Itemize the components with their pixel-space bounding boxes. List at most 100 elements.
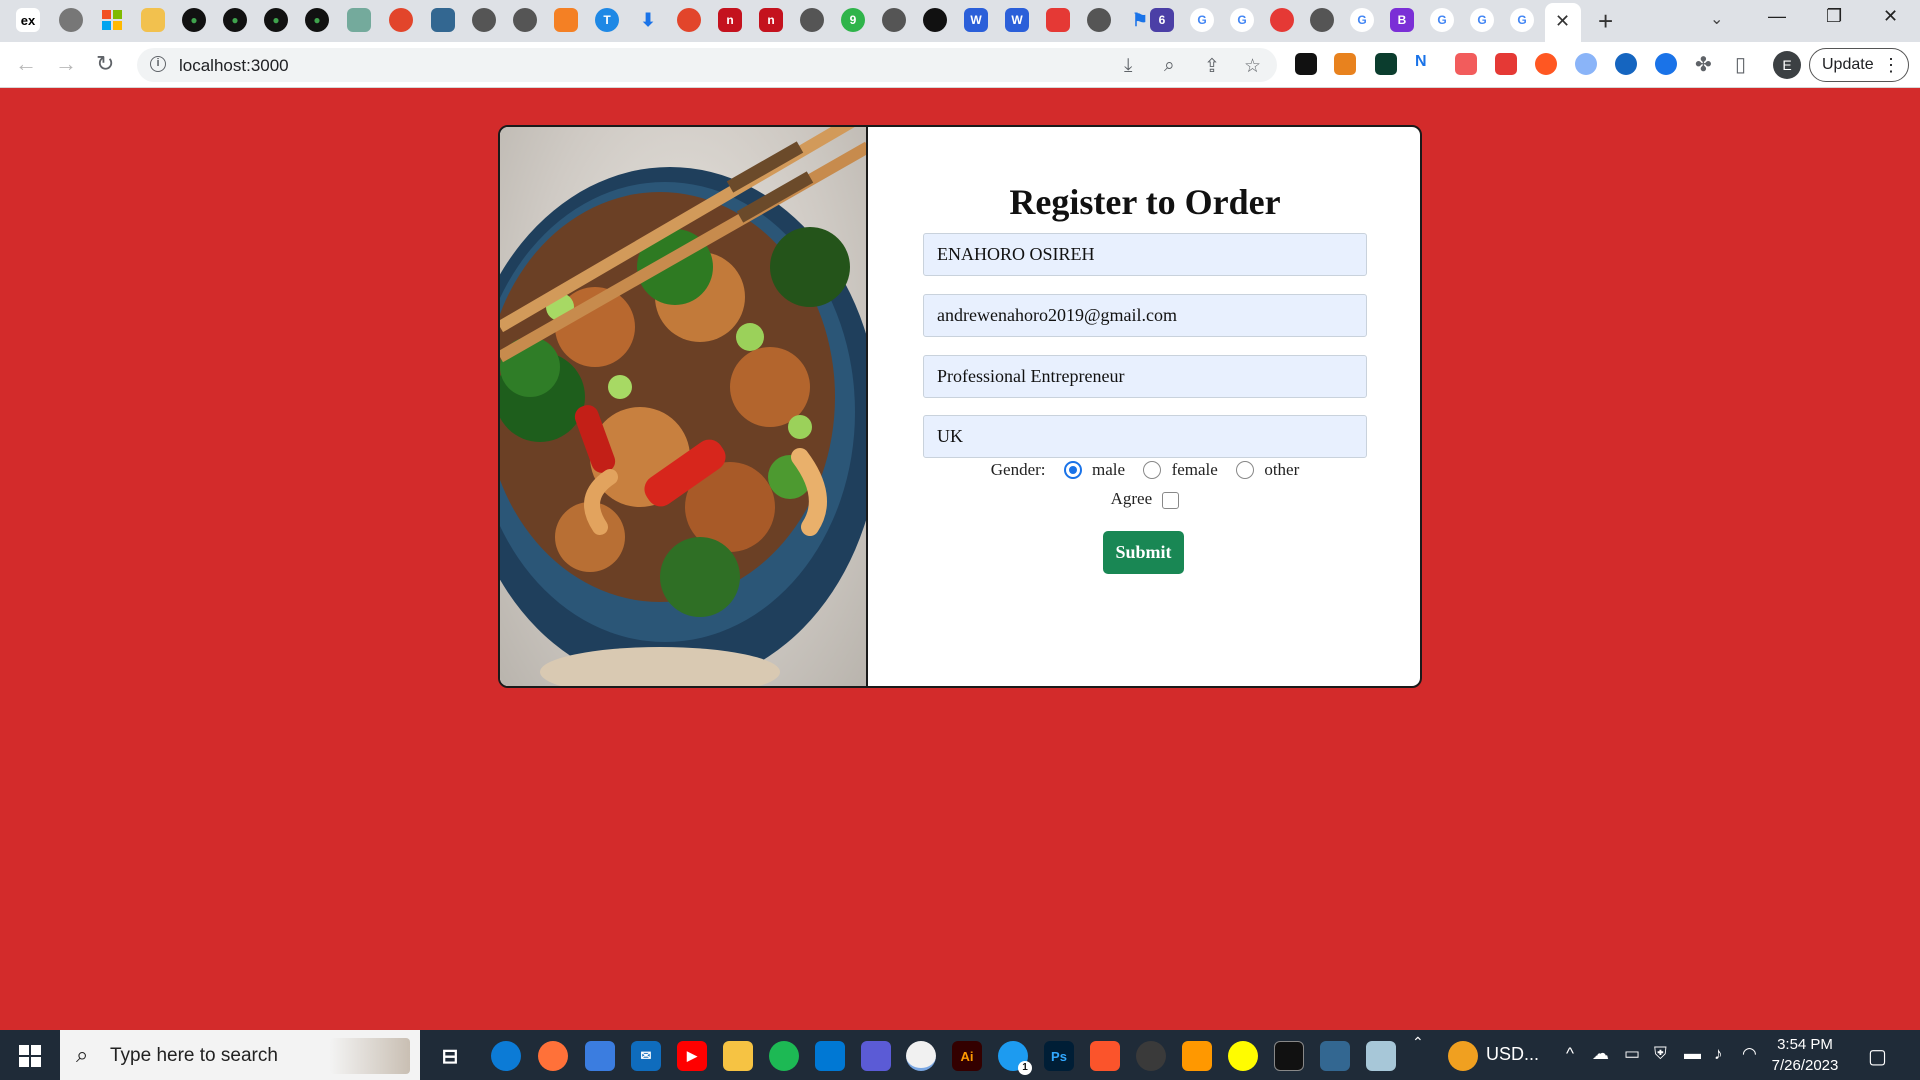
photoshop-icon[interactable]: Ps	[1044, 1041, 1074, 1071]
tab-favicon-google[interactable]: G	[1190, 8, 1214, 32]
extension-icon-3[interactable]	[1375, 53, 1397, 75]
tab-favicon-mongo-4[interactable]: ●	[305, 8, 329, 32]
weather-icon[interactable]	[1448, 1041, 1478, 1071]
tab-favicon-hex[interactable]	[59, 8, 83, 32]
tab-favicon-flag[interactable]: ⚑	[1128, 8, 1152, 32]
spotify-icon[interactable]	[769, 1041, 799, 1071]
new-tab-icon[interactable]: +	[1598, 6, 1613, 37]
volume-icon[interactable]: ♪	[1714, 1044, 1723, 1064]
update-button[interactable]: Update ⋮	[1809, 48, 1909, 82]
snapchat-icon[interactable]	[1228, 1041, 1258, 1071]
tab-favicon-red[interactable]	[389, 8, 413, 32]
fl-studio-icon[interactable]	[1136, 1041, 1166, 1071]
illustrator-icon[interactable]: Ai	[952, 1041, 982, 1071]
full-name-input[interactable]	[923, 233, 1367, 276]
vscode-icon[interactable]	[815, 1041, 845, 1071]
pgadmin-icon[interactable]	[1320, 1041, 1350, 1071]
tab-favicon-globe-4[interactable]	[882, 8, 906, 32]
tab-favicon-postgres[interactable]	[431, 8, 455, 32]
extension-n-icon[interactable]: N	[1415, 53, 1437, 75]
tab-favicon-b[interactable]: B	[1390, 8, 1414, 32]
zoom-icon[interactable]: ⌕	[1164, 55, 1175, 77]
close-tab-icon[interactable]: ✕	[1555, 11, 1570, 32]
gender-radio-male[interactable]	[1063, 461, 1082, 480]
address-url[interactable]: localhost:3000	[179, 56, 289, 76]
side-panel-icon[interactable]: ▯	[1735, 52, 1746, 77]
tab-favicon-download[interactable]: ⬇	[636, 8, 660, 32]
youtube-icon[interactable]: ▶	[677, 1041, 707, 1071]
tab-favicon-mongo[interactable]: ●	[182, 8, 206, 32]
twitter-icon[interactable]: 1	[998, 1041, 1032, 1075]
tab-favicon-globe-3[interactable]	[800, 8, 824, 32]
tab-favicon-microsoft[interactable]	[100, 8, 124, 32]
occupation-input[interactable]	[923, 355, 1367, 398]
gender-radio-female[interactable]	[1143, 461, 1162, 480]
tab-favicon-6[interactable]: 6	[1150, 8, 1174, 32]
tab-favicon-n-2[interactable]: n	[759, 8, 783, 32]
windows-start-icon[interactable]	[19, 1045, 41, 1067]
store-icon[interactable]	[585, 1041, 615, 1071]
file-explorer-icon[interactable]	[723, 1041, 753, 1071]
tab-favicon-t[interactable]: T	[595, 8, 619, 32]
extension-drop-icon[interactable]	[1575, 53, 1597, 75]
tab-favicon-9[interactable]: 9	[841, 8, 865, 32]
taskbar-clock[interactable]: 3:54 PM 7/26/2023	[1755, 1034, 1855, 1076]
tab-favicon-google-3[interactable]: G	[1350, 8, 1374, 32]
edge-icon[interactable]	[491, 1041, 521, 1071]
agree-checkbox[interactable]	[1162, 491, 1180, 509]
extension-icon-6[interactable]	[1495, 53, 1517, 75]
site-info-icon[interactable]: i	[150, 56, 166, 72]
battery-icon[interactable]: ▬	[1684, 1044, 1701, 1064]
tab-favicon-stackoverflow[interactable]	[554, 8, 578, 32]
gender-radio-other[interactable]	[1236, 461, 1255, 480]
notification-icon[interactable]: ▢	[1868, 1044, 1887, 1069]
onedrive-icon[interactable]: ☁	[1592, 1044, 1609, 1064]
install-app-icon[interactable]: ⤓	[1124, 55, 1132, 77]
active-tab[interactable]: ✕	[1545, 3, 1581, 42]
tab-favicon-globe-6[interactable]	[1310, 8, 1334, 32]
tab-favicon-mongo-2[interactable]: ●	[223, 8, 247, 32]
extension-icon-1[interactable]	[1295, 53, 1317, 75]
tab-favicon-n[interactable]: n	[718, 8, 742, 32]
extensions-puzzle-icon[interactable]: ✤	[1695, 52, 1712, 77]
extension-v-icon[interactable]	[1615, 53, 1637, 75]
tab-favicon-w[interactable]: W	[964, 8, 988, 32]
extension-icon-5[interactable]	[1455, 53, 1477, 75]
tab-favicon-red-3[interactable]	[1046, 8, 1070, 32]
country-input[interactable]	[923, 415, 1367, 458]
reload-icon[interactable]: ↻	[96, 51, 114, 77]
forward-arrow-icon[interactable]: →	[55, 51, 77, 77]
tab-favicon-google-2[interactable]: G	[1230, 8, 1254, 32]
task-view-icon[interactable]: ⊟	[435, 1041, 465, 1071]
bookmark-star-icon[interactable]: ☆	[1244, 55, 1261, 78]
profile-avatar[interactable]: E	[1773, 51, 1801, 79]
maximize-icon[interactable]: ❐	[1826, 6, 1842, 27]
window-close-icon[interactable]: ✕	[1883, 6, 1898, 27]
tab-favicon-globe[interactable]	[472, 8, 496, 32]
tab-favicon-w-2[interactable]: W	[1005, 8, 1029, 32]
tab-favicon-red-2[interactable]	[677, 8, 701, 32]
defender-icon[interactable]: ⛨	[1654, 1044, 1667, 1064]
tab-favicon-google-6[interactable]: G	[1510, 8, 1534, 32]
terminal-icon[interactable]	[1274, 1041, 1304, 1071]
brave-icon[interactable]	[1090, 1041, 1120, 1071]
address-bar[interactable]: i localhost:3000 ⤓ ⌕ ⇪ ☆	[137, 48, 1277, 82]
metamask-icon[interactable]	[1334, 53, 1356, 75]
tab-favicon-chatgpt[interactable]	[347, 8, 371, 32]
tab-search-chevron-icon[interactable]: ⌄	[1710, 9, 1723, 29]
tab-favicon-google-5[interactable]: G	[1470, 8, 1494, 32]
tab-favicon-cat[interactable]	[141, 8, 165, 32]
chrome-icon[interactable]	[906, 1041, 936, 1071]
extension-icon-7[interactable]	[1535, 53, 1557, 75]
app-icon-hex[interactable]	[861, 1041, 891, 1071]
tab-favicon-github[interactable]	[923, 8, 947, 32]
submit-button[interactable]: Submit	[1103, 531, 1184, 574]
taskbar-overflow-chevron-icon[interactable]: ⌃	[1412, 1034, 1424, 1051]
minimize-icon[interactable]: —	[1768, 6, 1786, 27]
firefox-icon[interactable]	[538, 1041, 568, 1071]
tab-favicon-google-4[interactable]: G	[1430, 8, 1454, 32]
weather-text[interactable]: USD...	[1486, 1044, 1539, 1065]
back-arrow-icon[interactable]: ←	[15, 51, 37, 77]
tab-favicon-globe-2[interactable]	[513, 8, 537, 32]
meet-icon[interactable]: ▭	[1624, 1044, 1640, 1064]
